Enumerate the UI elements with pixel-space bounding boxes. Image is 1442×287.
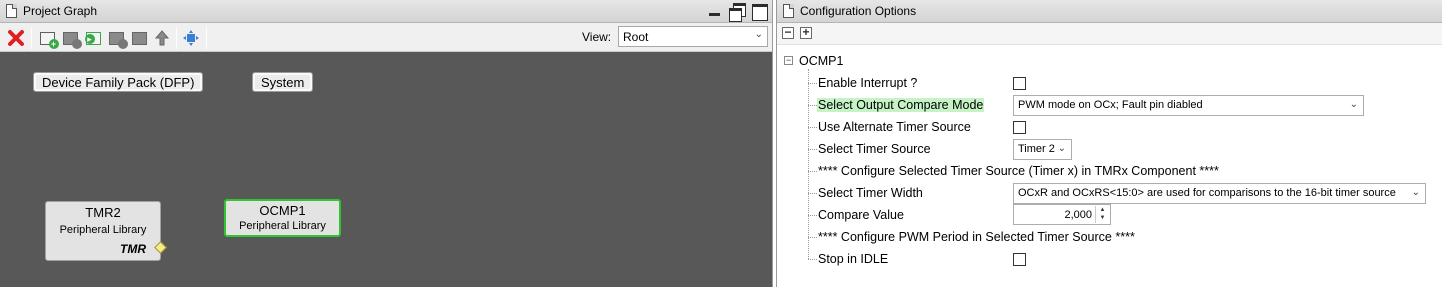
chevron-down-icon: ⌄ <box>1411 187 1420 198</box>
document-icon <box>783 4 794 18</box>
component-icon[interactable] <box>128 27 150 49</box>
chevron-down-icon: ⌄ <box>1057 143 1066 154</box>
label-stop-in-idle: Stop in IDLE <box>818 252 889 266</box>
enable-interrupt-checkbox[interactable] <box>1013 77 1026 90</box>
expand-all-icon[interactable]: + <box>800 26 812 39</box>
output-compare-mode-dropdown[interactable]: PWM mode on OCx; Fault pin diabled ⌄ <box>1013 95 1364 116</box>
collapse-all-icon[interactable]: − <box>782 26 794 39</box>
compare-value-spinner[interactable]: 2,000 ▲ ▼ <box>1013 204 1111 225</box>
graph-canvas[interactable]: Device Family Pack (DFP) System TMR2 Per… <box>0 52 772 287</box>
timer-source-dropdown[interactable]: Timer 2 ⌄ <box>1013 139 1072 160</box>
project-graph-panel: Project Graph + ▸ View: Root ⌄ Device Fa… <box>0 0 773 287</box>
label-enable-interrupt: Enable Interrupt ? <box>818 76 918 90</box>
move-up-icon[interactable] <box>151 27 173 49</box>
configuration-options-panel: Configuration Options − + − OCMP1 Enable… <box>776 0 1442 287</box>
chevron-down-icon: ⌄ <box>1349 99 1358 110</box>
chevron-down-icon: ⌄ <box>754 29 763 40</box>
spinner-value: 2,000 <box>1064 209 1092 221</box>
delete-icon[interactable] <box>5 27 27 49</box>
configuration-toolbar: − + <box>777 23 1442 45</box>
view-select[interactable]: Root ⌄ <box>618 26 768 47</box>
panel-title: Configuration Options <box>800 4 917 18</box>
node-subtitle: Peripheral Library <box>59 224 147 236</box>
tree-root-label: OCMP1 <box>799 54 844 68</box>
spinner-up-icon[interactable]: ▲ <box>1096 206 1109 214</box>
component-icon[interactable] <box>105 27 128 49</box>
view-label: View: <box>582 30 612 44</box>
dropdown-value: PWM mode on OCx; Fault pin diabled <box>1018 99 1203 111</box>
label-timer-source: Select Timer Source <box>818 142 931 156</box>
comment-configure-pwm: **** Configure PWM Period in Selected Ti… <box>818 230 1135 244</box>
add-component-icon[interactable]: ▸ <box>82 27 104 49</box>
dropdown-value: Timer 2 <box>1018 143 1055 155</box>
new-component-icon[interactable]: + <box>36 27 59 49</box>
node-title: OCMP1 <box>259 203 306 218</box>
comment-configure-timer: **** Configure Selected Timer Source (Ti… <box>818 164 1219 178</box>
spinner-down-icon[interactable]: ▼ <box>1096 214 1109 222</box>
node-ocmp1[interactable]: OCMP1 Peripheral Library <box>224 199 341 237</box>
node-capability: TMR <box>120 242 146 256</box>
view-select-value: Root <box>623 30 649 44</box>
group-dfp[interactable]: Device Family Pack (DFP) <box>33 72 204 92</box>
label-alternate-timer: Use Alternate Timer Source <box>818 120 971 134</box>
minimize-icon[interactable] <box>706 2 724 20</box>
restore-icon[interactable] <box>728 2 746 22</box>
group-system[interactable]: System <box>252 72 314 92</box>
stop-in-idle-checkbox[interactable] <box>1013 253 1026 266</box>
panel-title: Project Graph <box>23 4 98 18</box>
collapse-toggle-icon[interactable]: − <box>784 56 793 65</box>
component-icon[interactable] <box>59 27 82 49</box>
config-tree: − OCMP1 Enable Interrupt ? Select Output… <box>777 45 1442 287</box>
project-graph-toolbar: + ▸ View: Root ⌄ <box>0 23 772 52</box>
node-tmr2[interactable]: TMR2 Peripheral Library TMR <box>45 201 161 261</box>
maximize-icon[interactable] <box>750 2 768 21</box>
label-output-compare-mode: Select Output Compare Mode <box>817 98 985 112</box>
timer-width-dropdown[interactable]: OCxR and OCxRS<15:0> are used for compar… <box>1013 183 1426 204</box>
label-timer-width: Select Timer Width <box>818 186 923 200</box>
node-title: TMR2 <box>85 205 121 220</box>
fit-view-icon[interactable] <box>180 27 202 49</box>
document-icon <box>6 4 17 18</box>
project-graph-titlebar: Project Graph <box>0 0 772 23</box>
label-compare-value: Compare Value <box>818 208 904 222</box>
configuration-titlebar: Configuration Options <box>777 0 1442 23</box>
node-subtitle: Peripheral Library <box>239 220 326 232</box>
dropdown-value: OCxR and OCxRS<15:0> are used for compar… <box>1018 187 1396 199</box>
alternate-timer-checkbox[interactable] <box>1013 121 1026 134</box>
